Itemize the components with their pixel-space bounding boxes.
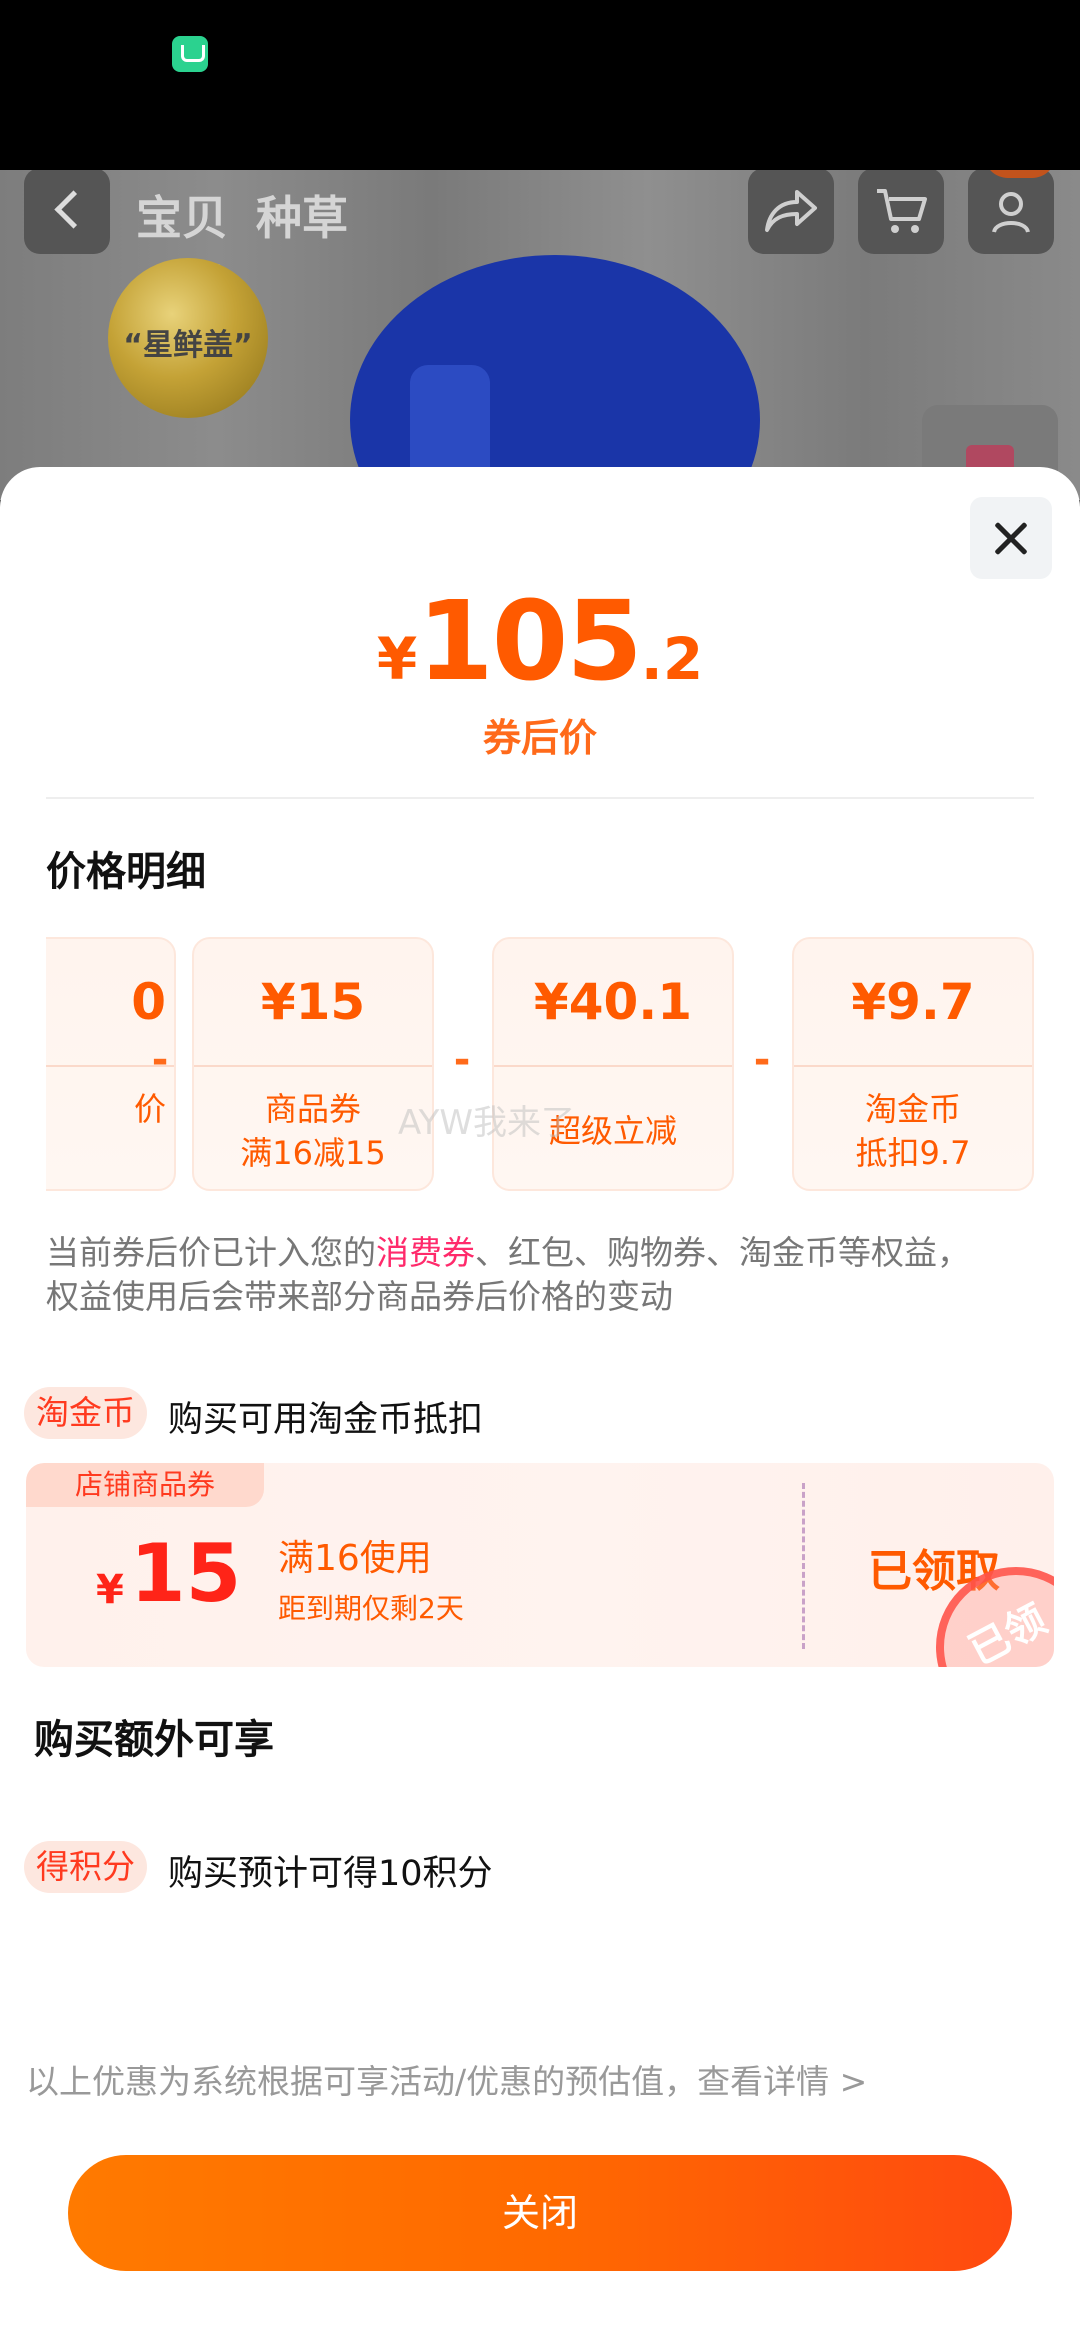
card-desc: 商品券 满16减15 bbox=[194, 1087, 432, 1175]
share-icon bbox=[748, 170, 834, 254]
tab-grass[interactable]: 种草 bbox=[256, 182, 348, 248]
breakdown-card: ¥15 商品券 满16减15 bbox=[192, 937, 434, 1191]
extra-benefits-title: 购买额外可享 bbox=[34, 1717, 274, 1763]
share-button[interactable] bbox=[748, 170, 834, 254]
breakdown-card: ¥9.7 淘金币 抵扣9.7 bbox=[792, 937, 1034, 1191]
card-amount: ¥9.7 bbox=[851, 973, 975, 1031]
minus-sign: - bbox=[453, 1037, 471, 1083]
coupon-currency: ¥ bbox=[96, 1567, 124, 1613]
view-details-link[interactable]: 以上优惠为系统根据可享活动/优惠的预估值，查看详情 > bbox=[26, 2055, 867, 2103]
card-desc-line: 商品券 bbox=[264, 1090, 361, 1128]
card-amount: 0 bbox=[131, 973, 166, 1031]
price-integer: 105 bbox=[417, 577, 643, 705]
user-icon bbox=[968, 170, 1054, 254]
note-text: 、红包、购物券、淘金币等权益， bbox=[475, 1233, 970, 1272]
price-label: 券后价 bbox=[482, 716, 597, 760]
card-amount: ¥15 bbox=[260, 973, 366, 1031]
coupon-amount: 15 bbox=[130, 1527, 242, 1620]
cart-icon bbox=[858, 170, 944, 254]
shop-coupon-card[interactable]: 店铺商品券 ¥ 15 满16使用 距到期仅剩2天 已领取 已领 bbox=[26, 1463, 1054, 1667]
price-note: 当前券后价已计入您的消费券、红包、购物券、淘金币等权益， 权益使用后会带来部分商… bbox=[46, 1231, 1046, 1319]
points-tag: 得积分 bbox=[24, 1841, 147, 1893]
price-detail-sheet: ¥105.2 券后价 价格明细 0 价 - ¥15 商品券 满16减15 - ¥… bbox=[0, 467, 1080, 2340]
breakdown-card: ¥40.1 超级立减 bbox=[492, 937, 734, 1191]
product-image bbox=[350, 255, 760, 500]
card-desc-line: 淘金币 bbox=[864, 1090, 961, 1128]
watermark-text: AYW我来了 bbox=[398, 1103, 576, 1143]
card-amount: ¥40.1 bbox=[533, 973, 693, 1031]
cart-button[interactable] bbox=[858, 170, 944, 254]
card-desc: 淘金币 抵扣9.7 bbox=[794, 1087, 1032, 1175]
points-text: 购买预计可得10积分 bbox=[168, 1854, 493, 1894]
price-decimal: .2 bbox=[640, 625, 704, 693]
coin-text: 购买可用淘金币抵扣 bbox=[168, 1400, 484, 1440]
card-desc-line: 满16减15 bbox=[240, 1134, 386, 1172]
coupon-expiry: 距到期仅剩2天 bbox=[278, 1592, 464, 1625]
background-product-page: 宝贝 种草 “星鲜盖” bbox=[0, 170, 1080, 500]
minus-sign: - bbox=[753, 1037, 771, 1083]
promo-bubble-label: “星鲜盖” bbox=[123, 328, 253, 363]
stamp-text: 已领 bbox=[961, 1596, 1054, 1667]
after-coupon-price: ¥105.2 bbox=[0, 577, 1080, 705]
price-currency: ¥ bbox=[376, 625, 418, 693]
close-icon[interactable] bbox=[970, 497, 1052, 579]
tab-item[interactable]: 宝贝 bbox=[136, 182, 228, 270]
price-details-title: 价格明细 bbox=[46, 849, 206, 895]
more-button[interactable] bbox=[968, 170, 1054, 254]
note-text: 权益使用后会带来部分商品券后价格的变动 bbox=[46, 1277, 673, 1316]
coupon-badge: 店铺商品券 bbox=[26, 1463, 264, 1507]
status-bar bbox=[0, 0, 1080, 170]
card-desc-line: 抵扣9.7 bbox=[855, 1134, 971, 1172]
minus-sign: - bbox=[151, 1037, 169, 1083]
coin-tag: 淘金币 bbox=[24, 1387, 147, 1439]
close-button[interactable]: 关闭 bbox=[68, 2155, 1012, 2271]
app-notification-icon bbox=[172, 36, 208, 72]
coupon-condition: 满16使用 bbox=[278, 1538, 432, 1579]
back-button[interactable] bbox=[24, 170, 110, 254]
coupon-separator bbox=[802, 1483, 805, 1649]
card-desc-line: 价 bbox=[133, 1090, 166, 1128]
price-breakdown-cards[interactable]: 0 价 - ¥15 商品券 满16减15 - ¥40.1 超级立减 - ¥9.7… bbox=[46, 937, 1034, 1195]
divider bbox=[46, 797, 1034, 799]
note-text: 当前券后价已计入您的 bbox=[46, 1233, 376, 1272]
consumer-coupon-link[interactable]: 消费券 bbox=[376, 1233, 475, 1272]
